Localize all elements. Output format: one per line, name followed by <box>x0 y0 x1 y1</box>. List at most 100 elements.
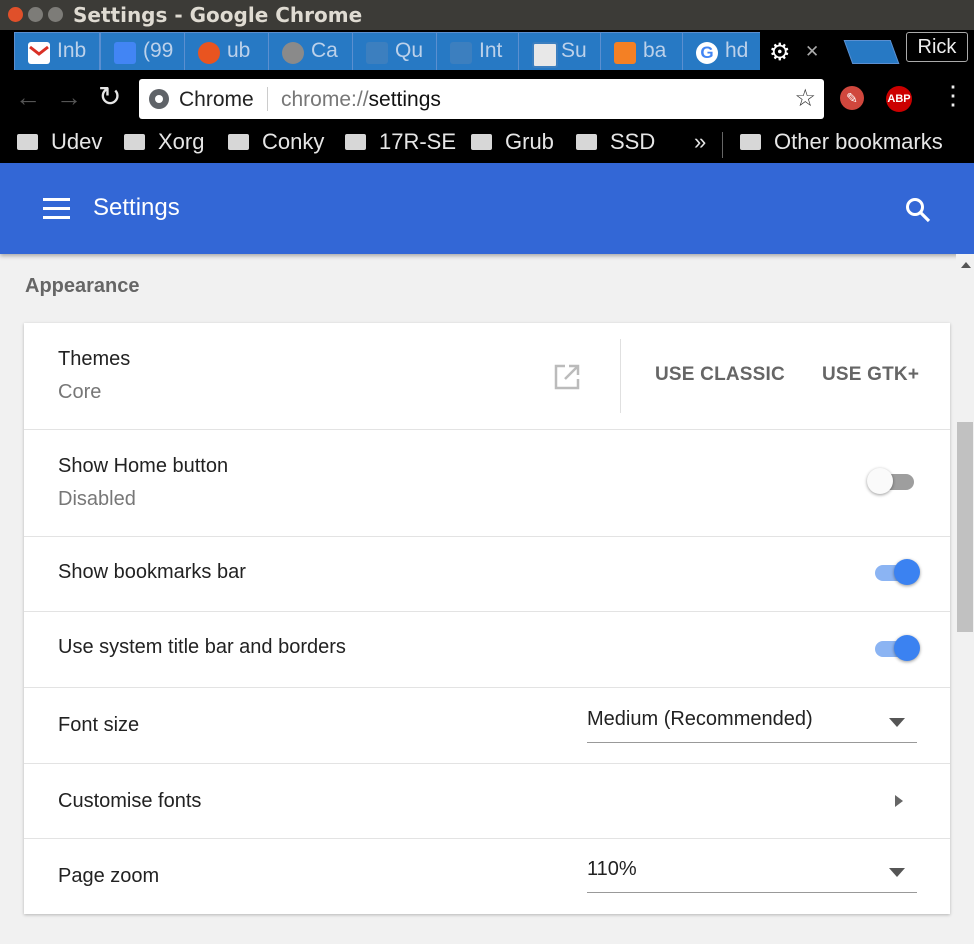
tab-7[interactable]: ba <box>600 32 686 71</box>
bookmarks-bar-label: Show bookmarks bar <box>58 561 246 583</box>
browser-toolbar: ← → ↻ Chrome chrome://settings ☆ ✎ ABP ⋮ <box>0 70 974 126</box>
bookmark-folder[interactable]: SSD <box>576 129 655 155</box>
folder-icon <box>228 134 249 150</box>
tab-label: Inb <box>57 39 87 62</box>
bookmark-label: Xorg <box>158 129 205 154</box>
dropdown-arrow-icon <box>889 868 905 877</box>
chevron-right-icon <box>895 795 903 807</box>
page-scrollbar[interactable] <box>956 254 974 944</box>
tab-label: ub <box>227 39 251 62</box>
reload-icon[interactable]: ↻ <box>98 83 121 111</box>
bookmark-label: Other bookmarks <box>774 129 943 154</box>
toggle-knob <box>894 635 920 661</box>
tab-label: Int <box>479 39 503 62</box>
bookmarks-bar-toggle[interactable] <box>872 559 920 585</box>
font-size-select[interactable]: Medium (Recommended) <box>587 706 917 743</box>
bookmark-label: 17R-SE <box>379 129 457 154</box>
tab-settings[interactable]: ⚙ ✕ <box>760 32 844 71</box>
use-gtk-button[interactable]: USE GTK+ <box>822 364 919 386</box>
home-button-label: Show Home button <box>58 455 229 477</box>
system-title-bar-row: Use system title bar and borders <box>24 611 950 688</box>
new-tab-button[interactable] <box>843 40 900 64</box>
omnibox-chip: Chrome <box>179 88 254 111</box>
tab-8[interactable]: G hd <box>682 32 762 71</box>
tab-4[interactable]: Qu <box>352 32 438 71</box>
page-zoom-row: Page zoom 110% <box>24 838 950 914</box>
folder-icon <box>471 134 492 150</box>
use-classic-button[interactable]: USE CLASSIC <box>655 364 785 386</box>
adblock-icon[interactable]: ABP <box>886 86 912 112</box>
menu-dots-icon[interactable]: ⋮ <box>940 82 966 108</box>
bookmarks-separator <box>722 132 723 158</box>
folder-icon <box>740 134 761 150</box>
toggle-knob <box>867 468 893 494</box>
toggle-knob <box>894 559 920 585</box>
stackexchange-icon <box>450 42 472 64</box>
settings-header: Settings <box>0 163 974 254</box>
dropdown-arrow-icon <box>889 718 905 727</box>
themes-row: Themes Core USE CLASSIC USE GTK+ <box>24 323 950 430</box>
page-title: Settings <box>93 194 180 221</box>
themes-divider <box>620 339 621 413</box>
tab-5[interactable]: Int <box>436 32 522 71</box>
tab-3[interactable]: Ca <box>268 32 354 71</box>
stackoverflow-icon <box>614 42 636 64</box>
url-prefix: chrome:// <box>281 88 369 111</box>
star-icon[interactable]: ☆ <box>794 84 816 113</box>
section-title: Appearance <box>25 275 140 297</box>
page-zoom-select[interactable]: 110% <box>587 856 917 893</box>
appearance-card: Themes Core USE CLASSIC USE GTK+ Show Ho… <box>24 323 950 914</box>
open-external-icon[interactable] <box>553 363 581 396</box>
omnibox[interactable]: Chrome chrome://settings ☆ <box>139 79 824 119</box>
bookmark-folder[interactable]: Udev <box>17 129 102 155</box>
profile-button[interactable]: Rick <box>906 32 968 62</box>
extension-icon[interactable]: ✎ <box>840 86 864 110</box>
forward-arrow-icon[interactable]: → <box>56 84 82 110</box>
other-bookmarks-folder[interactable]: Other bookmarks <box>740 129 943 155</box>
window-maximize-button[interactable] <box>48 7 63 22</box>
bookmark-folder[interactable]: Conky <box>228 129 324 155</box>
window-titlebar: Settings - Google Chrome <box>0 0 974 30</box>
bookmark-folder[interactable]: Xorg <box>124 129 204 155</box>
bookmark-label: Conky <box>262 129 325 154</box>
bookmarks-bar-row: Show bookmarks bar <box>24 536 950 612</box>
tab-6[interactable]: Su <box>518 32 604 71</box>
customise-fonts-row[interactable]: Customise fonts <box>24 763 950 839</box>
search-icon[interactable] <box>905 197 931 228</box>
window-minimize-button[interactable] <box>28 7 43 22</box>
window-close-button[interactable] <box>8 7 23 22</box>
customise-fonts-label: Customise fonts <box>58 790 202 812</box>
scroll-up-arrow-icon[interactable] <box>961 262 971 268</box>
askubuntu-icon <box>282 42 304 64</box>
tab-0[interactable]: Inb <box>14 32 100 71</box>
bookmarks-bar: Udev Xorg Conky 17R-SE Grub SSD » Other … <box>0 126 974 163</box>
messages-icon <box>114 42 136 64</box>
bookmark-folder[interactable]: 17R-SE <box>345 129 456 155</box>
url-path: settings <box>368 88 441 111</box>
font-size-row: Font size Medium (Recommended) <box>24 687 950 764</box>
tab-2[interactable]: ub <box>184 32 270 71</box>
back-arrow-icon[interactable]: ← <box>15 84 41 110</box>
bookmarks-overflow-button[interactable]: » <box>694 129 706 155</box>
page-zoom-value: 110% <box>587 858 637 880</box>
tab-label: Qu <box>395 39 424 62</box>
chrome-icon <box>149 89 169 109</box>
folder-icon <box>345 134 366 150</box>
window-title: Settings - Google Chrome <box>73 3 363 27</box>
system-title-bar-toggle[interactable] <box>872 635 920 661</box>
bookmark-label: Udev <box>51 129 103 154</box>
hamburger-menu-icon[interactable] <box>43 198 70 219</box>
omnibox-separator <box>267 87 268 111</box>
tab-close-icon[interactable]: ✕ <box>805 42 819 62</box>
home-button-toggle[interactable] <box>867 468 915 494</box>
omnibox-url[interactable]: chrome://settings <box>281 88 441 112</box>
google-icon: G <box>696 42 718 64</box>
tab-label: ba <box>643 39 667 62</box>
tab-label: hd <box>725 39 749 62</box>
tab-label: (99 <box>143 39 174 62</box>
tab-1[interactable]: (99 <box>100 32 186 71</box>
bookmark-folder[interactable]: Grub <box>471 129 554 155</box>
scrollbar-thumb[interactable] <box>957 422 973 632</box>
superuser-icon <box>532 42 558 68</box>
tab-label: Su <box>561 39 587 62</box>
